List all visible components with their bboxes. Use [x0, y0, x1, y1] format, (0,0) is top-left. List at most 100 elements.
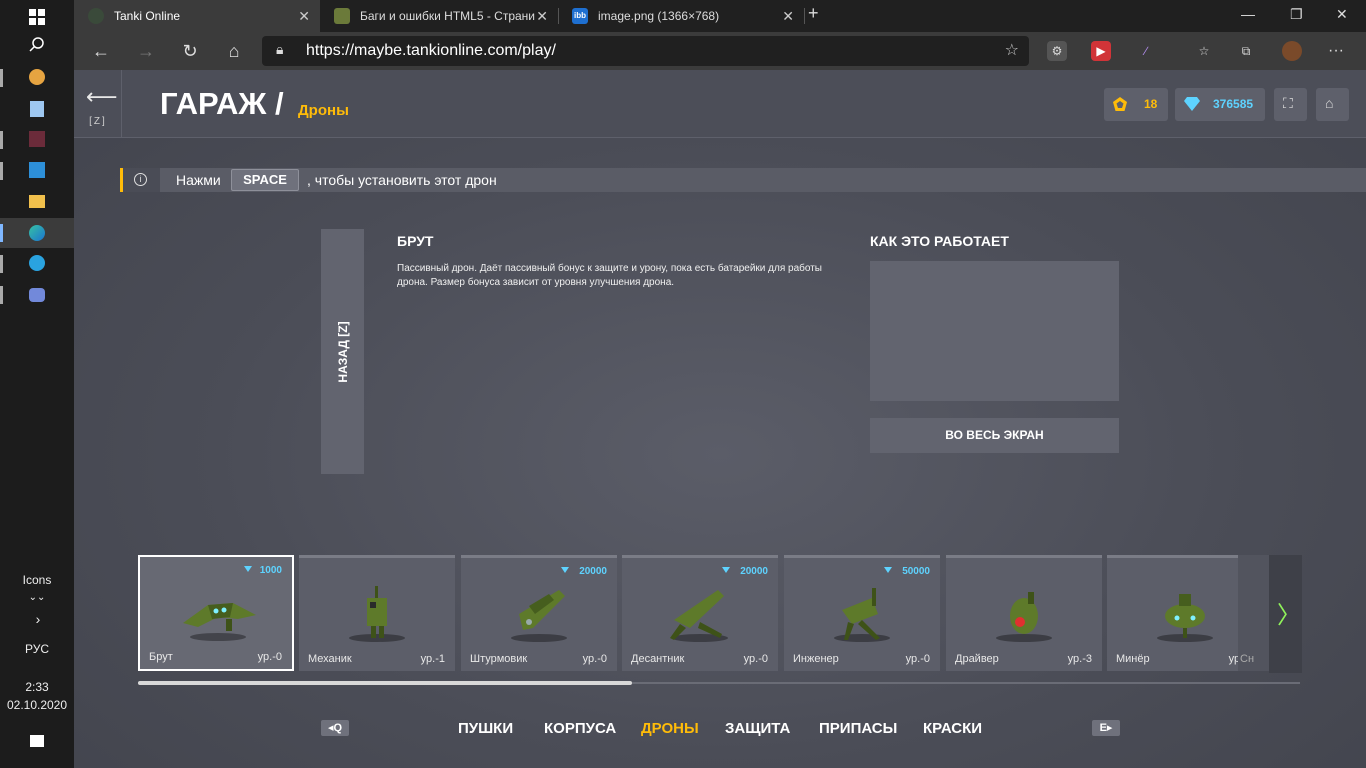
drone-name: Штурмовик — [470, 653, 528, 665]
crystals-counter[interactable]: 376585 — [1175, 88, 1265, 121]
tab-bugs[interactable]: Баги и ошибки HTML5 - Страни ✕ — [320, 0, 558, 32]
refresh-icon[interactable]: ↻ — [179, 40, 201, 62]
stars-counter[interactable]: 18 — [1104, 88, 1168, 121]
side-back-button[interactable]: НАЗАД [Z] — [321, 229, 364, 474]
drone-card[interactable]: 20000 Штурмовик ур.-0 — [461, 555, 617, 671]
garage-icon: ⌂ — [1325, 95, 1334, 111]
drone-name: Инженер — [793, 653, 839, 665]
home-icon[interactable]: ⌂ — [223, 40, 245, 62]
garage-back-button[interactable]: ⟵ [Z] — [74, 70, 122, 138]
tab-tanki-online[interactable]: Tanki Online ✕ — [74, 0, 320, 32]
close-icon[interactable]: ✕ — [782, 8, 794, 25]
drone-description: Пассивный дрон. Даёт пассивный бонус к з… — [397, 263, 822, 288]
drone-price: 20000 — [740, 566, 768, 577]
restore-icon[interactable]: ❐ — [1290, 6, 1303, 23]
tab-title: Tanki Online — [114, 9, 181, 23]
forward-icon[interactable]: → — [135, 40, 157, 62]
prev-category-key[interactable]: ◂Q — [321, 720, 349, 736]
close-window-icon[interactable]: ✕ — [1336, 6, 1348, 23]
fullscreen-toggle[interactable]: ⛶ — [1274, 88, 1307, 121]
stars-value: 18 — [1144, 97, 1158, 111]
tab-image[interactable]: ibb image.png (1366×768) ✕ — [558, 0, 804, 32]
paint-app-icon[interactable] — [24, 64, 50, 90]
extension-icon[interactable]: ⚙ — [1047, 41, 1067, 61]
nav-item-drones[interactable]: ДРОНЫ — [641, 720, 699, 737]
drone-carousel: 1000 Брут ур.-0 Механик ур.-1 20000 Штур… — [138, 555, 1302, 675]
next-category-key[interactable]: E▸ — [1092, 720, 1120, 736]
carousel-scroll-thumb[interactable] — [138, 681, 632, 685]
minimize-icon[interactable]: — — [1241, 6, 1255, 22]
drone-level: ур.-0 — [257, 651, 282, 663]
close-icon[interactable]: ✕ — [536, 8, 548, 25]
drone-card-partial[interactable]: Сн — [1238, 555, 1269, 671]
drone-level: ур.-0 — [743, 653, 768, 665]
carousel-next-button[interactable]: 〉 — [1269, 555, 1302, 673]
exit-garage-button[interactable]: ⌂ — [1316, 88, 1349, 121]
taskbar: Icons ⌄⌄ › РУС 2:33 02.10.2020 — [0, 0, 74, 768]
garage-category-nav: ◂Q ПУШКИ КОРПУСА ДРОНЫ ЗАЩИТА ПРИПАСЫ КР… — [74, 716, 1366, 740]
lock-icon[interactable]: 🔒︎ — [276, 41, 283, 58]
drone-price: 20000 — [579, 566, 607, 577]
favorites-icon[interactable]: ☆ — [1194, 41, 1214, 61]
extension-feather-icon[interactable]: ∕ — [1136, 41, 1156, 61]
drone-level: ур.-1 — [420, 653, 445, 665]
edge-browser-icon[interactable] — [24, 220, 50, 246]
nav-item-weapons[interactable]: ПУШКИ — [458, 720, 513, 737]
telegram-icon[interactable] — [24, 250, 50, 276]
desktop-toolbar-label[interactable]: Icons — [0, 573, 74, 587]
image-favicon-icon: ibb — [572, 8, 588, 24]
chevron-right-icon[interactable]: › — [18, 611, 58, 627]
close-icon[interactable]: ✕ — [298, 8, 310, 25]
game-app-icon[interactable] — [24, 126, 50, 152]
drone-name: БРУТ — [397, 233, 434, 249]
more-options-icon[interactable]: ··· — [1326, 41, 1346, 61]
back-icon[interactable]: ← — [90, 40, 112, 62]
crystal-icon — [722, 567, 730, 573]
nav-item-protection[interactable]: ЗАЩИТА — [725, 720, 790, 737]
url-field[interactable]: 🔒︎ https://maybe.tankionline.com/play/ ☆ — [262, 36, 1029, 66]
browser-address-bar: ← → ↻ ⌂ 🔒︎ https://maybe.tankionline.com… — [74, 32, 1366, 70]
clock-date[interactable]: 02.10.2020 — [0, 698, 74, 712]
folder-icon[interactable] — [24, 188, 50, 214]
nav-item-supplies[interactable]: ПРИПАСЫ — [819, 720, 897, 737]
taskbar-running-mark — [0, 286, 3, 304]
drone-card[interactable]: 50000 Инженер ур.-0 — [784, 555, 940, 671]
favorite-star-icon[interactable]: ☆ — [1005, 40, 1019, 60]
nav-item-hulls[interactable]: КОРПУСА — [544, 720, 616, 737]
drone-card[interactable]: 1000 Брут ур.-0 — [138, 555, 294, 671]
url-text[interactable]: https://maybe.tankionline.com/play/ — [306, 42, 556, 60]
garage-header: ⟵ [Z] ГАРАЖ / Дроны 18 376585 ⛶ ⌂ — [74, 70, 1366, 138]
notepad-app-icon[interactable] — [24, 96, 50, 122]
crystals-value: 376585 — [1213, 97, 1254, 111]
photo-app-icon[interactable] — [24, 157, 50, 183]
drone-stormtrooper-icon — [519, 590, 565, 630]
extension-red-icon[interactable]: ▶ — [1091, 41, 1111, 61]
language-indicator[interactable]: РУС — [0, 642, 74, 656]
drone-paratrooper-icon — [670, 590, 724, 640]
collections-icon[interactable]: ⧉ — [1236, 41, 1256, 61]
browser-tab-bar: Tanki Online ✕ Баги и ошибки HTML5 - Стр… — [74, 0, 1366, 32]
double-chevron-down-icon[interactable]: ⌄⌄ — [0, 592, 74, 603]
new-tab-icon[interactable]: + — [808, 3, 819, 24]
profile-avatar[interactable] — [1282, 41, 1302, 61]
notification-icon[interactable] — [24, 728, 50, 754]
clock-time[interactable]: 2:33 — [0, 680, 74, 694]
drone-name: Минёр — [1116, 653, 1150, 665]
how-it-works-video[interactable] — [870, 261, 1119, 401]
side-back-label: НАЗАД [Z] — [335, 320, 350, 383]
fullscreen-video-button[interactable]: ВО ВЕСЬ ЭКРАН — [870, 418, 1119, 453]
nav-item-paints[interactable]: КРАСКИ — [923, 720, 982, 737]
search-icon[interactable] — [24, 32, 50, 58]
drone-card[interactable]: Механик ур.-1 — [299, 555, 455, 671]
drone-driver-icon — [1010, 592, 1038, 634]
pentagon-star-icon — [1113, 97, 1127, 111]
drone-name: Механик — [308, 653, 352, 665]
game-garage-screen: ⟵ [Z] ГАРАЖ / Дроны 18 376585 ⛶ ⌂ i Нажм… — [74, 70, 1366, 768]
drone-engineer-icon — [842, 588, 880, 640]
windows-start-icon[interactable] — [24, 4, 50, 30]
drone-card[interactable]: Драйвер ур.-3 — [946, 555, 1102, 671]
drone-card[interactable]: 20000 Десантник ур.-0 — [622, 555, 778, 671]
taskbar-running-mark — [0, 69, 3, 87]
discord-icon[interactable] — [24, 282, 50, 308]
crystal-icon — [244, 566, 252, 572]
